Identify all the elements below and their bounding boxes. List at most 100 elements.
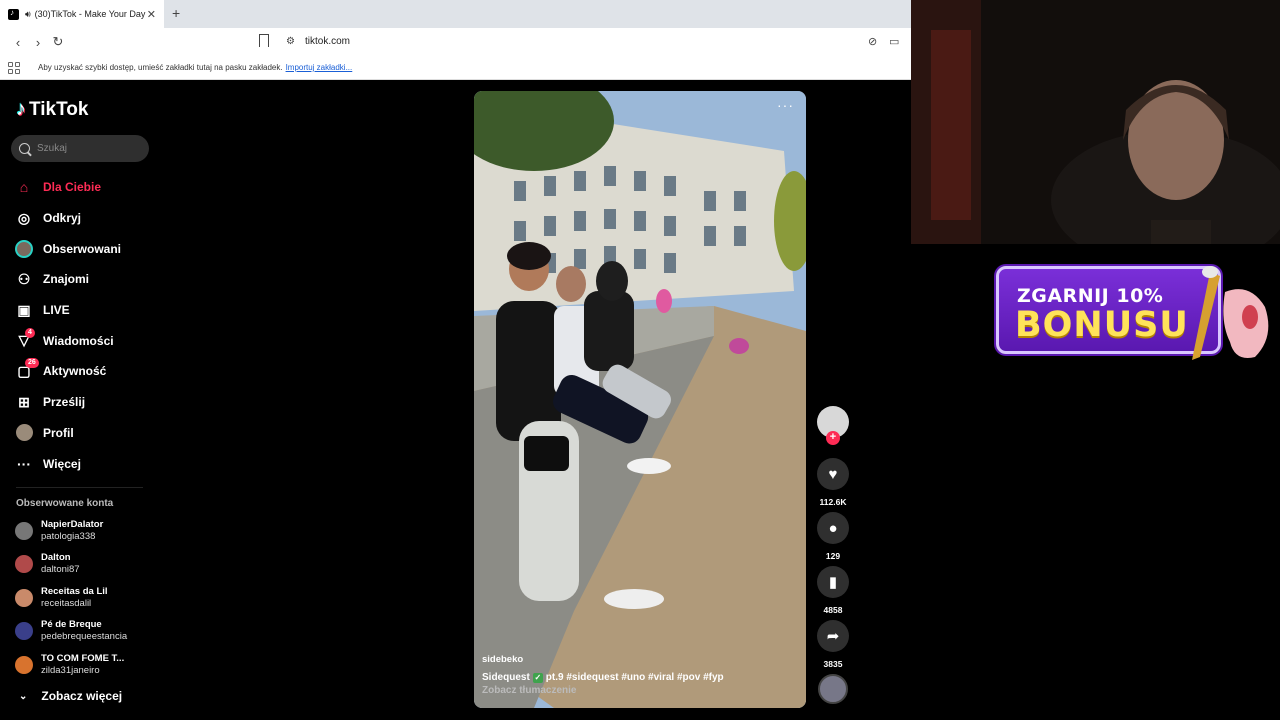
see-more-label: Zobacz więcej: [41, 689, 123, 703]
reload-icon[interactable]: ↻: [48, 34, 68, 50]
address-bar: ‹ › ↻ ⚙ tiktok.com ⊘ ▭: [0, 28, 911, 56]
close-tab-icon[interactable]: ✕: [147, 8, 156, 21]
like-button[interactable]: ♥: [817, 458, 849, 490]
sidebar-item-for-you[interactable]: ⌂ Dla Ciebie: [15, 172, 155, 203]
followed-accounts-heading: Obserwowane konta: [16, 498, 114, 509]
video-actions: + ♥ 112.6K ● 129 ▮ 4858 ➦ 3835: [814, 406, 852, 704]
webcam-overlay: [911, 0, 1280, 244]
tab-bar: 🔊︎ (30)TikTok - Make Your Day ✕ +: [0, 0, 911, 28]
sidebar-item-following[interactable]: Obserwowani: [15, 233, 155, 264]
tab-title: (30)TikTok - Make Your Day: [34, 9, 146, 19]
creator-avatar[interactable]: +: [817, 406, 849, 445]
more-icon: ···: [17, 455, 31, 472]
forward-icon[interactable]: ›: [28, 35, 48, 50]
account-name: NapierDalator: [41, 519, 104, 530]
search-icon: [19, 143, 30, 154]
site-settings-icon[interactable]: ⚙: [286, 36, 295, 47]
chevron-down-icon: ⌄: [19, 690, 28, 702]
import-bookmarks-link[interactable]: Importuj zakładki...: [286, 63, 353, 72]
tiktok-favicon-icon: [8, 8, 19, 20]
tracking-off-icon[interactable]: ⊘: [868, 35, 877, 48]
nav-label: Aktywność: [43, 364, 107, 379]
nav-label: Odkryj: [43, 211, 82, 226]
speaker-icon[interactable]: 🔊︎: [25, 9, 31, 20]
sidebar-item-upload[interactable]: ⊞ Prześlij: [15, 387, 155, 418]
messages-icon: ▽ 4: [15, 327, 35, 350]
save-button[interactable]: ▮: [817, 566, 849, 598]
video-username[interactable]: sidebeko: [482, 654, 724, 665]
sidebar-nav: ⌂ Dla Ciebie ◎ Odkryj Obserwowani ⚇ Znaj…: [15, 172, 155, 479]
desc-title: Sidequest: [482, 672, 530, 683]
account-handle: patologia338: [41, 531, 96, 542]
followed-account[interactable]: TO COM FOME T... zilda31janeiro: [15, 650, 155, 680]
comment-button[interactable]: ●: [817, 512, 849, 544]
followed-account[interactable]: Dalton daltoni87: [15, 549, 155, 579]
back-icon[interactable]: ‹: [8, 35, 28, 50]
desc-hashtags[interactable]: pt.9 #sidequest #uno #viral #pov #fyp: [546, 672, 724, 683]
avatar: [15, 589, 33, 607]
video-player[interactable]: ··· sidebeko Sidequest ✓ pt.9 #sidequest #…: [474, 91, 806, 708]
share-arrow-icon: ➦: [826, 628, 840, 645]
comment-count: 129: [825, 551, 841, 561]
see-translation-link[interactable]: Zobacz tłumaczenie: [482, 685, 724, 696]
avatar: [15, 656, 33, 674]
messages-badge: 4: [25, 327, 35, 338]
account-handle: pedebrequeestancia: [41, 631, 128, 642]
account-name: Dalton: [41, 552, 71, 563]
see-more-button[interactable]: ⌄ Zobacz więcej: [19, 689, 122, 703]
avatar: [15, 622, 33, 640]
avatar: [15, 522, 33, 540]
share-button[interactable]: ➦: [817, 620, 849, 652]
sidebar-item-messages[interactable]: ▽ 4 Wiadomości: [15, 325, 155, 356]
bookmarks-bar: Aby uzyskać szybki dostęp, umieść zakład…: [0, 56, 911, 80]
profile-icon: [15, 424, 33, 442]
avatar-icon: [15, 239, 33, 258]
sidebar-item-profile[interactable]: Profil: [15, 418, 155, 449]
heart-icon: ♥: [828, 465, 838, 483]
friends-icon: ⚇: [17, 270, 31, 287]
live-icon: ▣: [17, 301, 31, 318]
home-icon: ⌂: [19, 179, 29, 196]
activity-icon: ▢ 26: [15, 358, 39, 380]
video-frame: [474, 91, 806, 708]
cast-icon[interactable]: ▭: [889, 35, 899, 48]
tiktok-page: ♪ TikTok Szukaj ⌂ Dla Ciebie ◎ Odkryj Ob…: [0, 80, 911, 720]
sidebar-item-live[interactable]: ▣ LIVE: [15, 295, 155, 326]
search-input[interactable]: Szukaj: [11, 135, 149, 162]
logo-text: TikTok: [29, 98, 89, 120]
sidebar-item-explore[interactable]: ◎ Odkryj: [15, 203, 155, 234]
video-caption: sidebeko Sidequest ✓ pt.9 #sidequest #uno …: [482, 654, 724, 696]
followed-account[interactable]: NapierDalator patologia338: [15, 516, 155, 546]
tiktok-note-icon: ♪: [16, 98, 26, 120]
nav-label: Prześlij: [43, 395, 86, 410]
tiktok-logo[interactable]: ♪ TikTok: [16, 98, 88, 121]
nav-label: LIVE: [43, 303, 70, 318]
nav-label: Więcej: [43, 456, 81, 471]
sidebar-divider: [16, 487, 143, 488]
account-name: Receitas da Lil: [41, 586, 108, 597]
nav-label: Wiadomości: [43, 333, 114, 348]
new-tab-button[interactable]: +: [172, 5, 180, 21]
account-handle: daltoni87: [41, 564, 80, 575]
account-name: TO COM FOME T...: [41, 653, 125, 664]
sound-avatar[interactable]: [818, 674, 848, 704]
follow-plus-icon[interactable]: +: [826, 431, 840, 445]
url-field[interactable]: tiktok.com: [305, 36, 350, 47]
bookmark-fill-icon: ▮: [828, 574, 838, 591]
nav-label: Obserwowani: [43, 241, 122, 256]
nav-label: Znajomi: [43, 272, 90, 287]
browser-window: 🔊︎ (30)TikTok - Make Your Day ✕ + ‹ › ↻ …: [0, 0, 911, 720]
sidebar-item-more[interactable]: ··· Więcej: [15, 448, 155, 479]
followed-account[interactable]: Pé de Breque pedebrequeestancia: [15, 616, 155, 646]
nav-label: Dla Ciebie: [43, 180, 102, 195]
followed-account[interactable]: Receitas da Lil receitasdalil: [15, 583, 155, 613]
webcam-image: [911, 0, 1280, 244]
sidebar-item-friends[interactable]: ⚇ Znajomi: [15, 264, 155, 295]
apps-grid-icon[interactable]: [8, 61, 20, 74]
bookmark-icon[interactable]: [259, 34, 269, 47]
video-options-icon[interactable]: ···: [777, 97, 794, 113]
comment-icon: ●: [828, 519, 838, 537]
sidebar-item-activity[interactable]: ▢ 26 Aktywność: [15, 356, 155, 387]
share-count: 3835: [823, 659, 843, 669]
tab-tiktok[interactable]: 🔊︎ (30)TikTok - Make Your Day ✕: [0, 0, 164, 28]
